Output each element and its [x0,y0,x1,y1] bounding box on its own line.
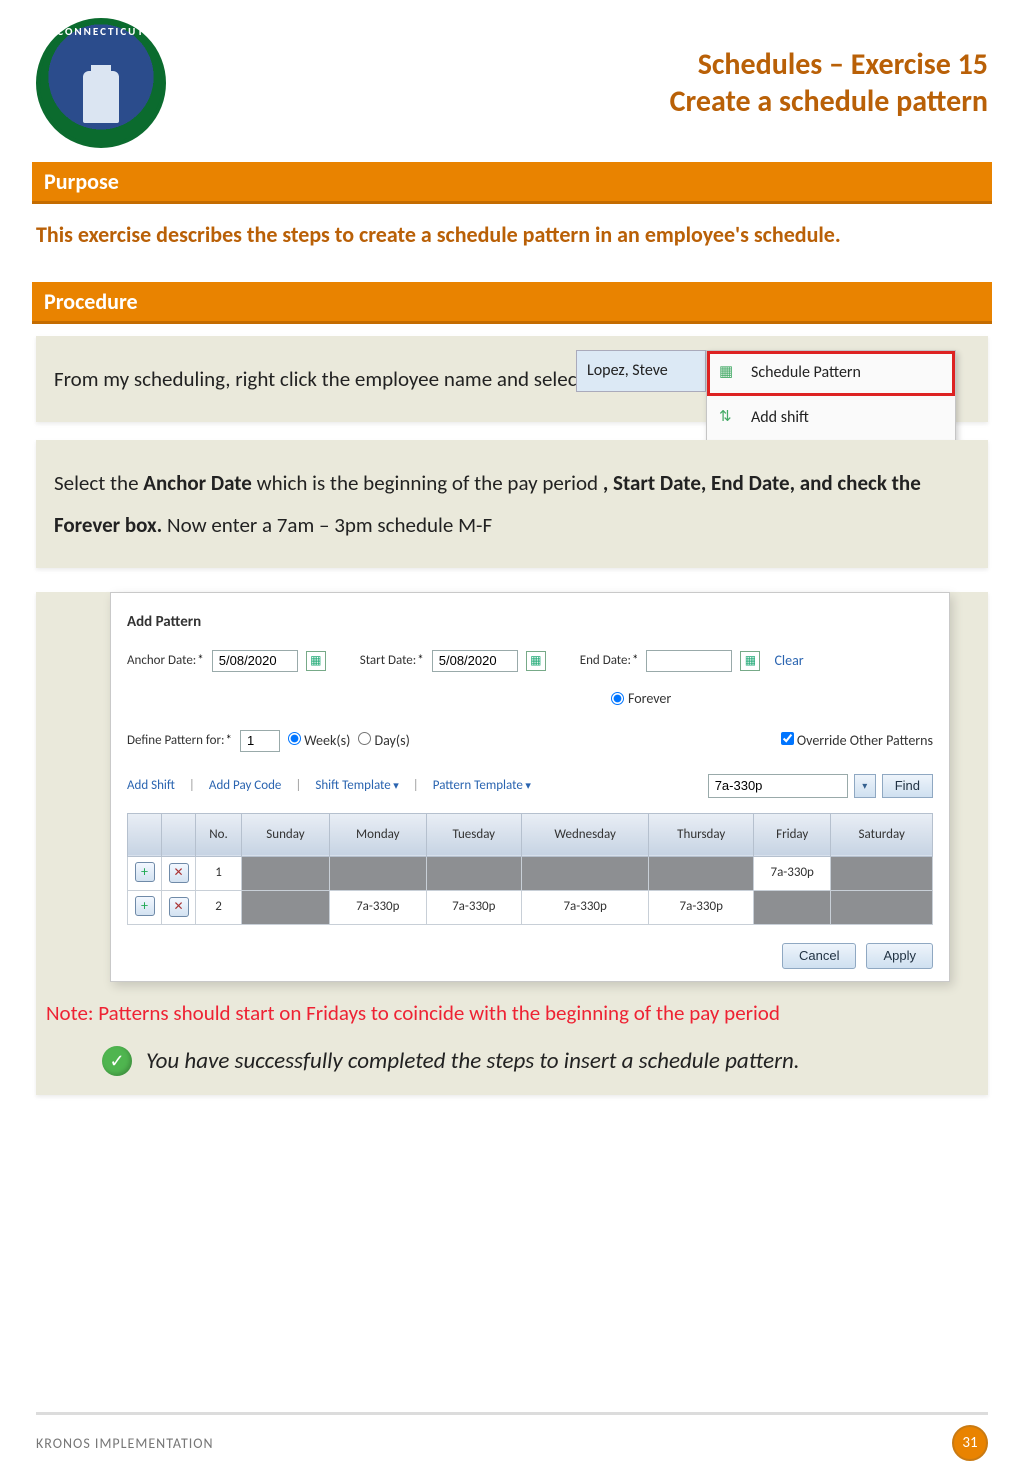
success-text: You have successfully completed the step… [146,1046,800,1077]
col-mon: Monday [329,813,426,856]
clear-link[interactable]: Clear [774,647,803,675]
menu-add-shift[interactable]: ⇅Add shift [707,396,955,441]
tab-add-paycode[interactable]: Add Pay Code [209,773,281,799]
col-wed: Wednesday [521,813,649,856]
cell-wed[interactable] [521,856,649,890]
days-option[interactable]: Day(s) [358,727,410,755]
step1-text-pre: From my scheduling, right click the empl… [54,366,588,392]
define-pattern-label: Define Pattern for: [127,728,232,754]
add-pattern-dialog: Add Pattern Anchor Date: ▦ Start Date: ▦… [110,592,950,982]
page-number: 31 [952,1425,988,1461]
tab-shift-template[interactable]: Shift Template [315,773,398,799]
row-add-button[interactable]: + [135,862,155,882]
note-text: Note: Patterns should start on Fridays t… [46,992,978,1034]
calendar-icon[interactable]: ▦ [306,651,326,671]
cell-tue[interactable]: 7a-330p [426,890,521,924]
col-add [128,813,162,856]
weeks-option[interactable]: Week(s) [288,727,350,755]
cancel-button[interactable]: Cancel [782,943,856,969]
cell-thu[interactable] [649,856,754,890]
step-2-block: Select the Anchor Date which is the begi… [36,440,988,568]
end-date-input[interactable] [646,650,732,672]
cell-tue[interactable] [426,856,521,890]
cell-fri[interactable]: 7a-330p [754,856,831,890]
days-radio[interactable] [358,732,371,745]
template-search-input[interactable] [708,774,848,798]
tab-add-shift[interactable]: Add Shift [127,773,175,799]
start-date-label: Start Date: [360,648,424,674]
table-row: + ✕ 2 7a-330p 7a-330p 7a-330p 7a-330p [128,890,933,924]
apply-button[interactable]: Apply [866,943,933,969]
cell-no: 2 [196,890,242,924]
cell-wed[interactable]: 7a-330p [521,890,649,924]
col-sat: Saturday [831,813,933,856]
table-row: + ✕ 1 7a-330p [128,856,933,890]
override-option[interactable]: Override Other Patterns [781,732,933,749]
employee-cell[interactable]: Lopez, Steve [576,350,706,392]
pattern-grid: No. Sunday Monday Tuesday Wednesday Thur… [127,813,933,925]
dialog-title: Add Pattern [127,607,933,637]
define-pattern-input[interactable] [240,730,280,752]
forever-radio[interactable] [611,692,624,705]
menu-schedule-pattern[interactable]: ▦Schedule Pattern [707,351,955,396]
cell-no: 1 [196,856,242,890]
state-seal-logo: CONNECTICUT [36,18,166,148]
weeks-radio[interactable] [288,732,301,745]
cell-sat[interactable] [831,890,933,924]
cell-thu[interactable]: 7a-330p [649,890,754,924]
forever-option[interactable]: Forever [611,685,671,713]
check-icon: ✓ [102,1046,132,1076]
doc-title-line1: Schedules – Exercise 15 [670,46,988,83]
col-sun: Sunday [242,813,330,856]
tab-pattern-template[interactable]: Pattern Template [433,773,531,799]
anchor-date-label: Anchor Date: [127,648,204,674]
cell-sun[interactable] [242,856,330,890]
section-procedure-heading: Procedure [32,282,992,324]
cell-sun[interactable] [242,890,330,924]
calendar-icon[interactable]: ▦ [526,651,546,671]
purpose-text: This exercise describes the steps to cre… [36,216,896,268]
cell-mon[interactable]: 7a-330p [329,890,426,924]
step2-pre: Select the [54,470,143,496]
step2-mid1: which is the beginning of the pay period [257,470,599,496]
col-fri: Friday [754,813,831,856]
seal-text: CONNECTICUT [40,25,162,38]
row-add-button[interactable]: + [135,896,155,916]
row-delete-button[interactable]: ✕ [169,863,189,883]
find-button[interactable]: Find [882,774,933,798]
grid-icon: ▦ [719,357,733,387]
shift-icon: ⇅ [719,402,732,432]
search-dropdown-button[interactable]: ▾ [854,774,876,798]
cell-sat[interactable] [831,856,933,890]
col-thu: Thursday [649,813,754,856]
footer-text: KRONOS IMPLEMENTATION [36,1435,214,1452]
dialog-container: Add Pattern Anchor Date: ▦ Start Date: ▦… [36,592,988,1095]
anchor-date-input[interactable] [212,650,298,672]
step2-post: Now enter a 7am – 3pm schedule M-F [167,512,492,538]
cell-mon[interactable] [329,856,426,890]
col-no: No. [196,813,242,856]
row-delete-button[interactable]: ✕ [169,897,189,917]
doc-title-line2: Create a schedule pattern [670,83,988,120]
step2-b1: Anchor Date [143,470,252,496]
step-1-block: From my scheduling, right click the empl… [36,336,988,422]
end-date-label: End Date: [580,648,639,674]
override-checkbox[interactable] [781,732,794,745]
section-purpose-heading: Purpose [32,162,992,204]
start-date-input[interactable] [432,650,518,672]
col-tue: Tuesday [426,813,521,856]
cell-fri[interactable] [754,890,831,924]
col-del [162,813,196,856]
calendar-icon[interactable]: ▦ [740,651,760,671]
